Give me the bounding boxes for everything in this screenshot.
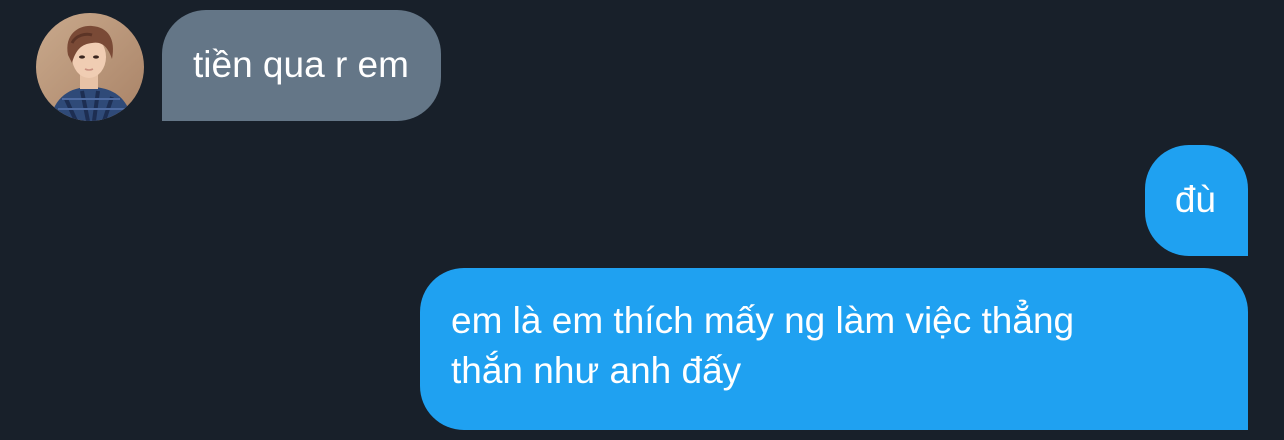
outgoing-message-bubble[interactable]: đù <box>1144 145 1248 256</box>
outgoing-message-text-line: em là em thích mấy ng làm việc thẳng <box>451 300 1075 341</box>
incoming-message-text: tiền qua r em <box>193 44 409 85</box>
incoming-message-bubble[interactable]: tiền qua r em <box>162 10 441 121</box>
chat-thread: tiền qua r em đù em là em thích mấy ng l… <box>0 0 1284 440</box>
avatar-photo-icon <box>36 13 144 121</box>
outgoing-message-text: đù <box>1174 179 1216 220</box>
outgoing-message-bubble[interactable]: em là em thích mấy ng làm việc thẳng thắ… <box>420 268 1248 430</box>
contact-avatar[interactable] <box>36 13 144 121</box>
outgoing-message-text-line: thắn như anh đấy <box>451 350 742 391</box>
